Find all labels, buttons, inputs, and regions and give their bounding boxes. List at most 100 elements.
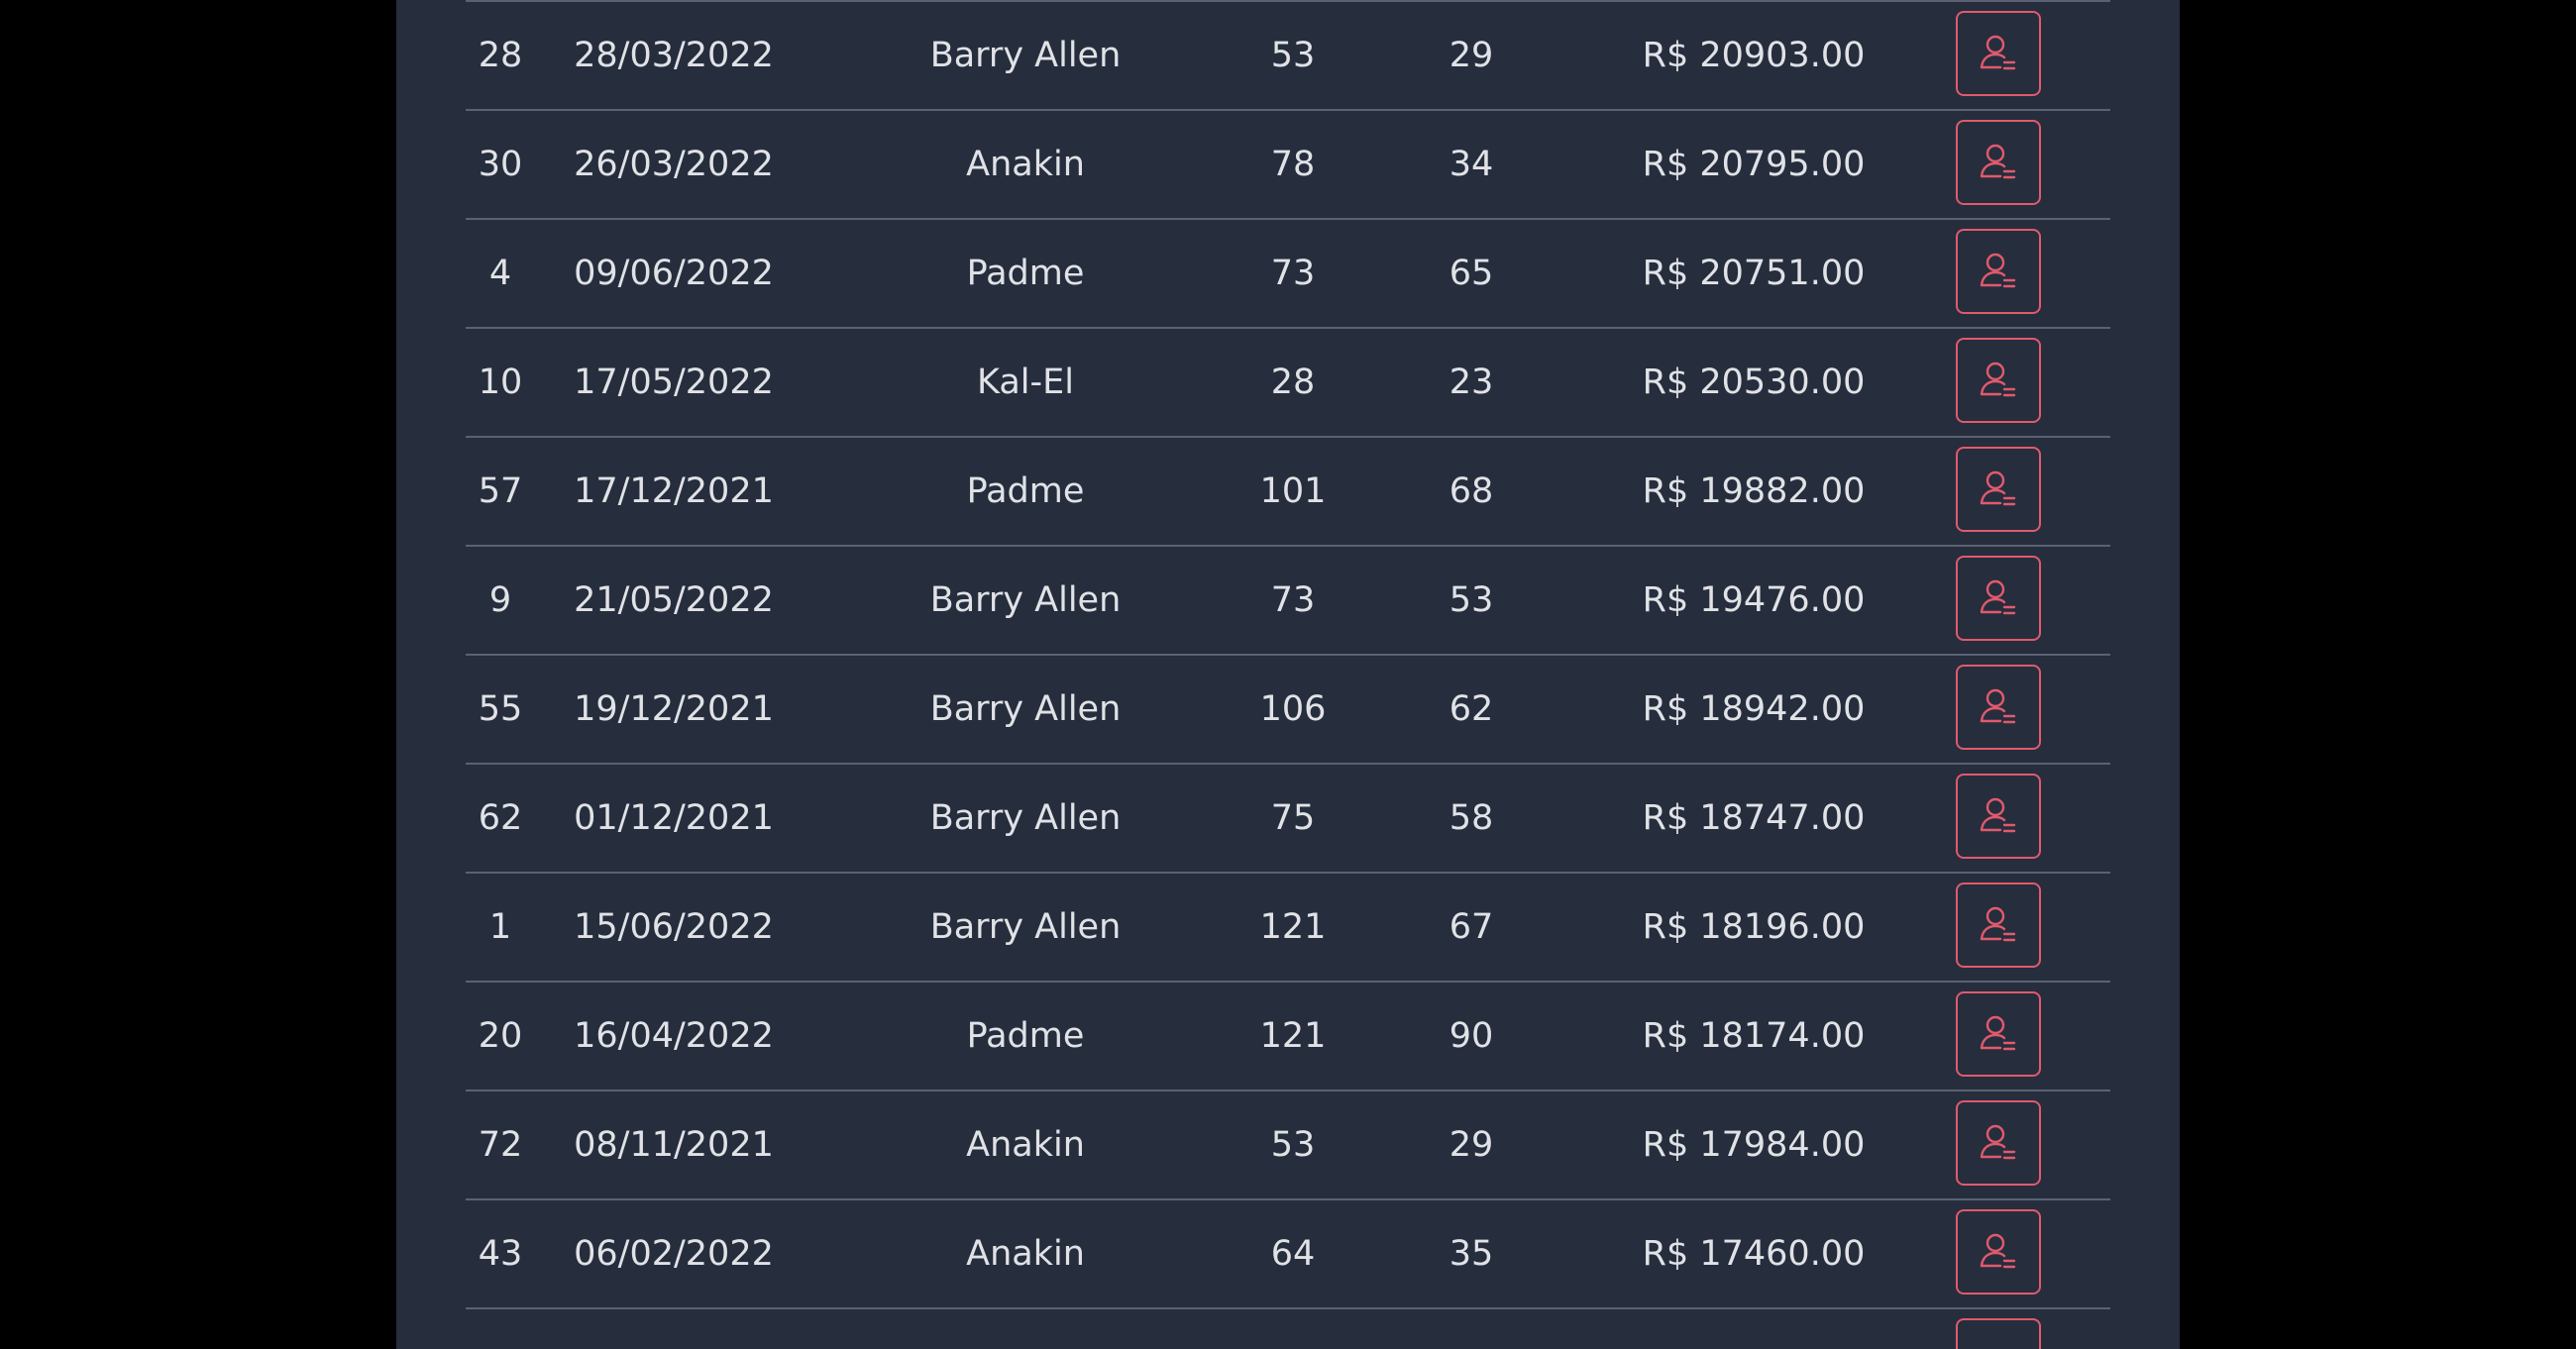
row-date: 28/03/2022 bbox=[574, 36, 774, 75]
row-quantity: 28 bbox=[1270, 363, 1316, 402]
row-date: 16/04/2022 bbox=[574, 1016, 774, 1056]
row-count: 68 bbox=[1449, 471, 1494, 511]
row-value: R$ 18747.00 bbox=[1642, 798, 1866, 838]
remove-user-button[interactable] bbox=[1956, 556, 2041, 641]
table-row: 1 15/06/2022 Barry Allen 121 67 R$ 18196… bbox=[466, 874, 2110, 983]
row-count: 29 bbox=[1449, 1125, 1494, 1165]
row-date: 01/12/2021 bbox=[574, 798, 774, 838]
user-remove-icon bbox=[1980, 362, 2016, 397]
row-value: R$ 18196.00 bbox=[1642, 907, 1866, 947]
row-id: 62 bbox=[478, 798, 523, 838]
user-remove-icon bbox=[1980, 797, 2016, 833]
row-name: Barry Allen bbox=[929, 689, 1122, 729]
row-count: 34 bbox=[1449, 145, 1494, 184]
remove-user-button[interactable] bbox=[1956, 1209, 2041, 1295]
remove-user-button[interactable] bbox=[1956, 882, 2041, 968]
table-row bbox=[466, 1309, 2110, 1349]
row-count: 23 bbox=[1449, 363, 1494, 402]
row-value: R$ 20903.00 bbox=[1642, 36, 1866, 75]
row-name: Barry Allen bbox=[929, 580, 1122, 620]
row-id: 1 bbox=[488, 907, 512, 947]
remove-user-button[interactable] bbox=[1956, 1100, 2041, 1186]
row-id: 30 bbox=[478, 145, 523, 184]
row-quantity: 101 bbox=[1259, 471, 1327, 511]
remove-user-button[interactable] bbox=[1956, 665, 2041, 750]
row-id: 72 bbox=[478, 1125, 523, 1165]
row-id: 57 bbox=[478, 471, 523, 511]
user-remove-icon bbox=[1980, 1124, 2016, 1160]
row-quantity: 78 bbox=[1270, 145, 1316, 184]
remove-user-button[interactable] bbox=[1956, 11, 2041, 96]
row-count: 62 bbox=[1449, 689, 1494, 729]
row-value: R$ 19476.00 bbox=[1642, 580, 1866, 620]
row-quantity: 53 bbox=[1270, 36, 1316, 75]
row-name: Padme bbox=[966, 254, 1085, 293]
remove-user-button[interactable] bbox=[1956, 338, 2041, 423]
row-name: Padme bbox=[966, 1016, 1085, 1056]
row-date: 06/02/2022 bbox=[574, 1234, 774, 1274]
table-row: 28 28/03/2022 Barry Allen 53 29 R$ 20903… bbox=[466, 2, 2110, 111]
row-quantity: 106 bbox=[1259, 689, 1327, 729]
row-count: 29 bbox=[1449, 36, 1494, 75]
user-remove-icon bbox=[1980, 579, 2016, 615]
row-date: 15/06/2022 bbox=[574, 907, 774, 947]
row-quantity: 64 bbox=[1270, 1234, 1316, 1274]
table-row: 20 16/04/2022 Padme 121 90 R$ 18174.00 bbox=[466, 983, 2110, 1091]
table-row: 43 06/02/2022 Anakin 64 35 R$ 17460.00 bbox=[466, 1200, 2110, 1309]
user-remove-icon bbox=[1980, 906, 2016, 942]
row-quantity: 73 bbox=[1270, 580, 1316, 620]
user-remove-icon bbox=[1980, 1015, 2016, 1051]
remove-user-button[interactable] bbox=[1956, 991, 2041, 1077]
row-date: 21/05/2022 bbox=[574, 580, 774, 620]
row-value: R$ 20530.00 bbox=[1642, 363, 1866, 402]
row-count: 53 bbox=[1449, 580, 1494, 620]
row-quantity: 121 bbox=[1259, 1016, 1327, 1056]
row-value: R$ 20751.00 bbox=[1642, 254, 1866, 293]
row-date: 17/12/2021 bbox=[574, 471, 774, 511]
row-date: 26/03/2022 bbox=[574, 145, 774, 184]
row-id: 43 bbox=[478, 1234, 523, 1274]
row-name: Barry Allen bbox=[929, 907, 1122, 947]
row-id: 9 bbox=[488, 580, 512, 620]
row-date: 09/06/2022 bbox=[574, 254, 774, 293]
row-name: Anakin bbox=[966, 1125, 1085, 1165]
table-row: 62 01/12/2021 Barry Allen 75 58 R$ 18747… bbox=[466, 765, 2110, 874]
row-value: R$ 17460.00 bbox=[1642, 1234, 1866, 1274]
user-remove-icon bbox=[1980, 144, 2016, 179]
remove-user-button[interactable] bbox=[1956, 1318, 2041, 1349]
remove-user-button[interactable] bbox=[1956, 120, 2041, 205]
row-name: Anakin bbox=[966, 145, 1085, 184]
row-value: R$ 18174.00 bbox=[1642, 1016, 1866, 1056]
row-id: 4 bbox=[488, 254, 512, 293]
row-id: 20 bbox=[478, 1016, 523, 1056]
row-value: R$ 18942.00 bbox=[1642, 689, 1866, 729]
table-row: 30 26/03/2022 Anakin 78 34 R$ 20795.00 bbox=[466, 111, 2110, 220]
table-row: 10 17/05/2022 Kal-El 28 23 R$ 20530.00 bbox=[466, 329, 2110, 438]
user-remove-icon bbox=[1980, 688, 2016, 724]
row-name: Kal-El bbox=[977, 363, 1074, 402]
row-value: R$ 19882.00 bbox=[1642, 471, 1866, 511]
row-date: 19/12/2021 bbox=[574, 689, 774, 729]
remove-user-button[interactable] bbox=[1956, 774, 2041, 859]
row-count: 90 bbox=[1449, 1016, 1494, 1056]
row-count: 35 bbox=[1449, 1234, 1494, 1274]
table-row: 55 19/12/2021 Barry Allen 106 62 R$ 1894… bbox=[466, 656, 2110, 765]
table-row: 9 21/05/2022 Barry Allen 73 53 R$ 19476.… bbox=[466, 547, 2110, 656]
remove-user-button[interactable] bbox=[1956, 229, 2041, 314]
user-remove-icon bbox=[1980, 1233, 2016, 1269]
row-quantity: 53 bbox=[1270, 1125, 1316, 1165]
row-name: Barry Allen bbox=[929, 798, 1122, 838]
row-id: 28 bbox=[478, 36, 523, 75]
row-value: R$ 17984.00 bbox=[1642, 1125, 1866, 1165]
row-quantity: 121 bbox=[1259, 907, 1327, 947]
row-id: 55 bbox=[478, 689, 523, 729]
remove-user-button[interactable] bbox=[1956, 447, 2041, 532]
row-name: Anakin bbox=[966, 1234, 1085, 1274]
table-row: 72 08/11/2021 Anakin 53 29 R$ 17984.00 bbox=[466, 1091, 2110, 1200]
row-count: 58 bbox=[1449, 798, 1494, 838]
row-name: Barry Allen bbox=[929, 36, 1122, 75]
row-name: Padme bbox=[966, 471, 1085, 511]
table-row: 57 17/12/2021 Padme 101 68 R$ 19882.00 bbox=[466, 438, 2110, 547]
orders-table: 28 28/03/2022 Barry Allen 53 29 R$ 20903… bbox=[466, 0, 2110, 1349]
row-id: 10 bbox=[478, 363, 523, 402]
